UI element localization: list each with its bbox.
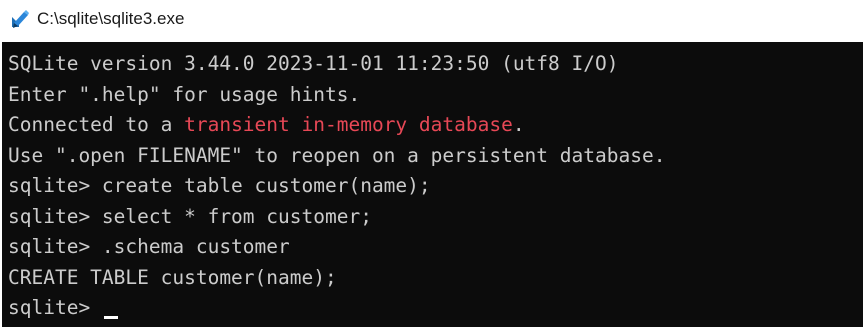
prompt: sqlite> xyxy=(8,204,102,228)
console-line-command: sqlite> create table customer(name); xyxy=(8,171,863,202)
open-hint-text: Use ".open FILENAME" to reopen on a pers… xyxy=(8,143,666,167)
command-text: select * from customer; xyxy=(101,204,372,228)
prompt: sqlite> xyxy=(8,174,102,197)
connection-prefix: Connected to a xyxy=(8,113,185,136)
prompt: sqlite> xyxy=(8,296,102,319)
console-window: C:\sqlite\sqlite3.exe SQLite version 3.4… xyxy=(0,0,865,329)
help-hint-text: Enter ".help" for usage hints. xyxy=(8,82,361,106)
console-line-version: SQLite version 3.44.0 2023-11-01 11:23:5… xyxy=(8,49,863,80)
connection-suffix: . xyxy=(512,113,525,136)
title-bar[interactable]: C:\sqlite\sqlite3.exe xyxy=(0,0,865,40)
version-text: SQLite version 3.44.0 2023-11-01 11:23:5… xyxy=(8,52,619,75)
console-line-connection: Connected to a transient in-memory datab… xyxy=(8,110,863,141)
prompt: sqlite> xyxy=(8,235,102,258)
console-line-command: sqlite> select * from customer; xyxy=(8,202,863,233)
console-line-output: CREATE TABLE customer(name); xyxy=(8,263,863,294)
console-line-help-hint: Enter ".help" for usage hints. xyxy=(8,80,863,111)
command-text: create table customer(name); xyxy=(101,174,431,197)
console-line-active-prompt[interactable]: sqlite> xyxy=(8,293,863,324)
window-title: C:\sqlite\sqlite3.exe xyxy=(37,9,185,28)
text-cursor xyxy=(103,316,118,319)
pen-brush-icon xyxy=(12,10,29,28)
console-line-command: sqlite> .schema customer xyxy=(8,232,863,263)
console-line-open-hint: Use ".open FILENAME" to reopen on a pers… xyxy=(8,141,863,172)
transient-db-warning: transient in-memory database xyxy=(184,113,513,136)
command-text: .schema customer xyxy=(101,235,290,258)
schema-output: CREATE TABLE customer(name); xyxy=(8,265,337,289)
terminal-output[interactable]: SQLite version 3.44.0 2023-11-01 11:23:5… xyxy=(2,42,863,327)
